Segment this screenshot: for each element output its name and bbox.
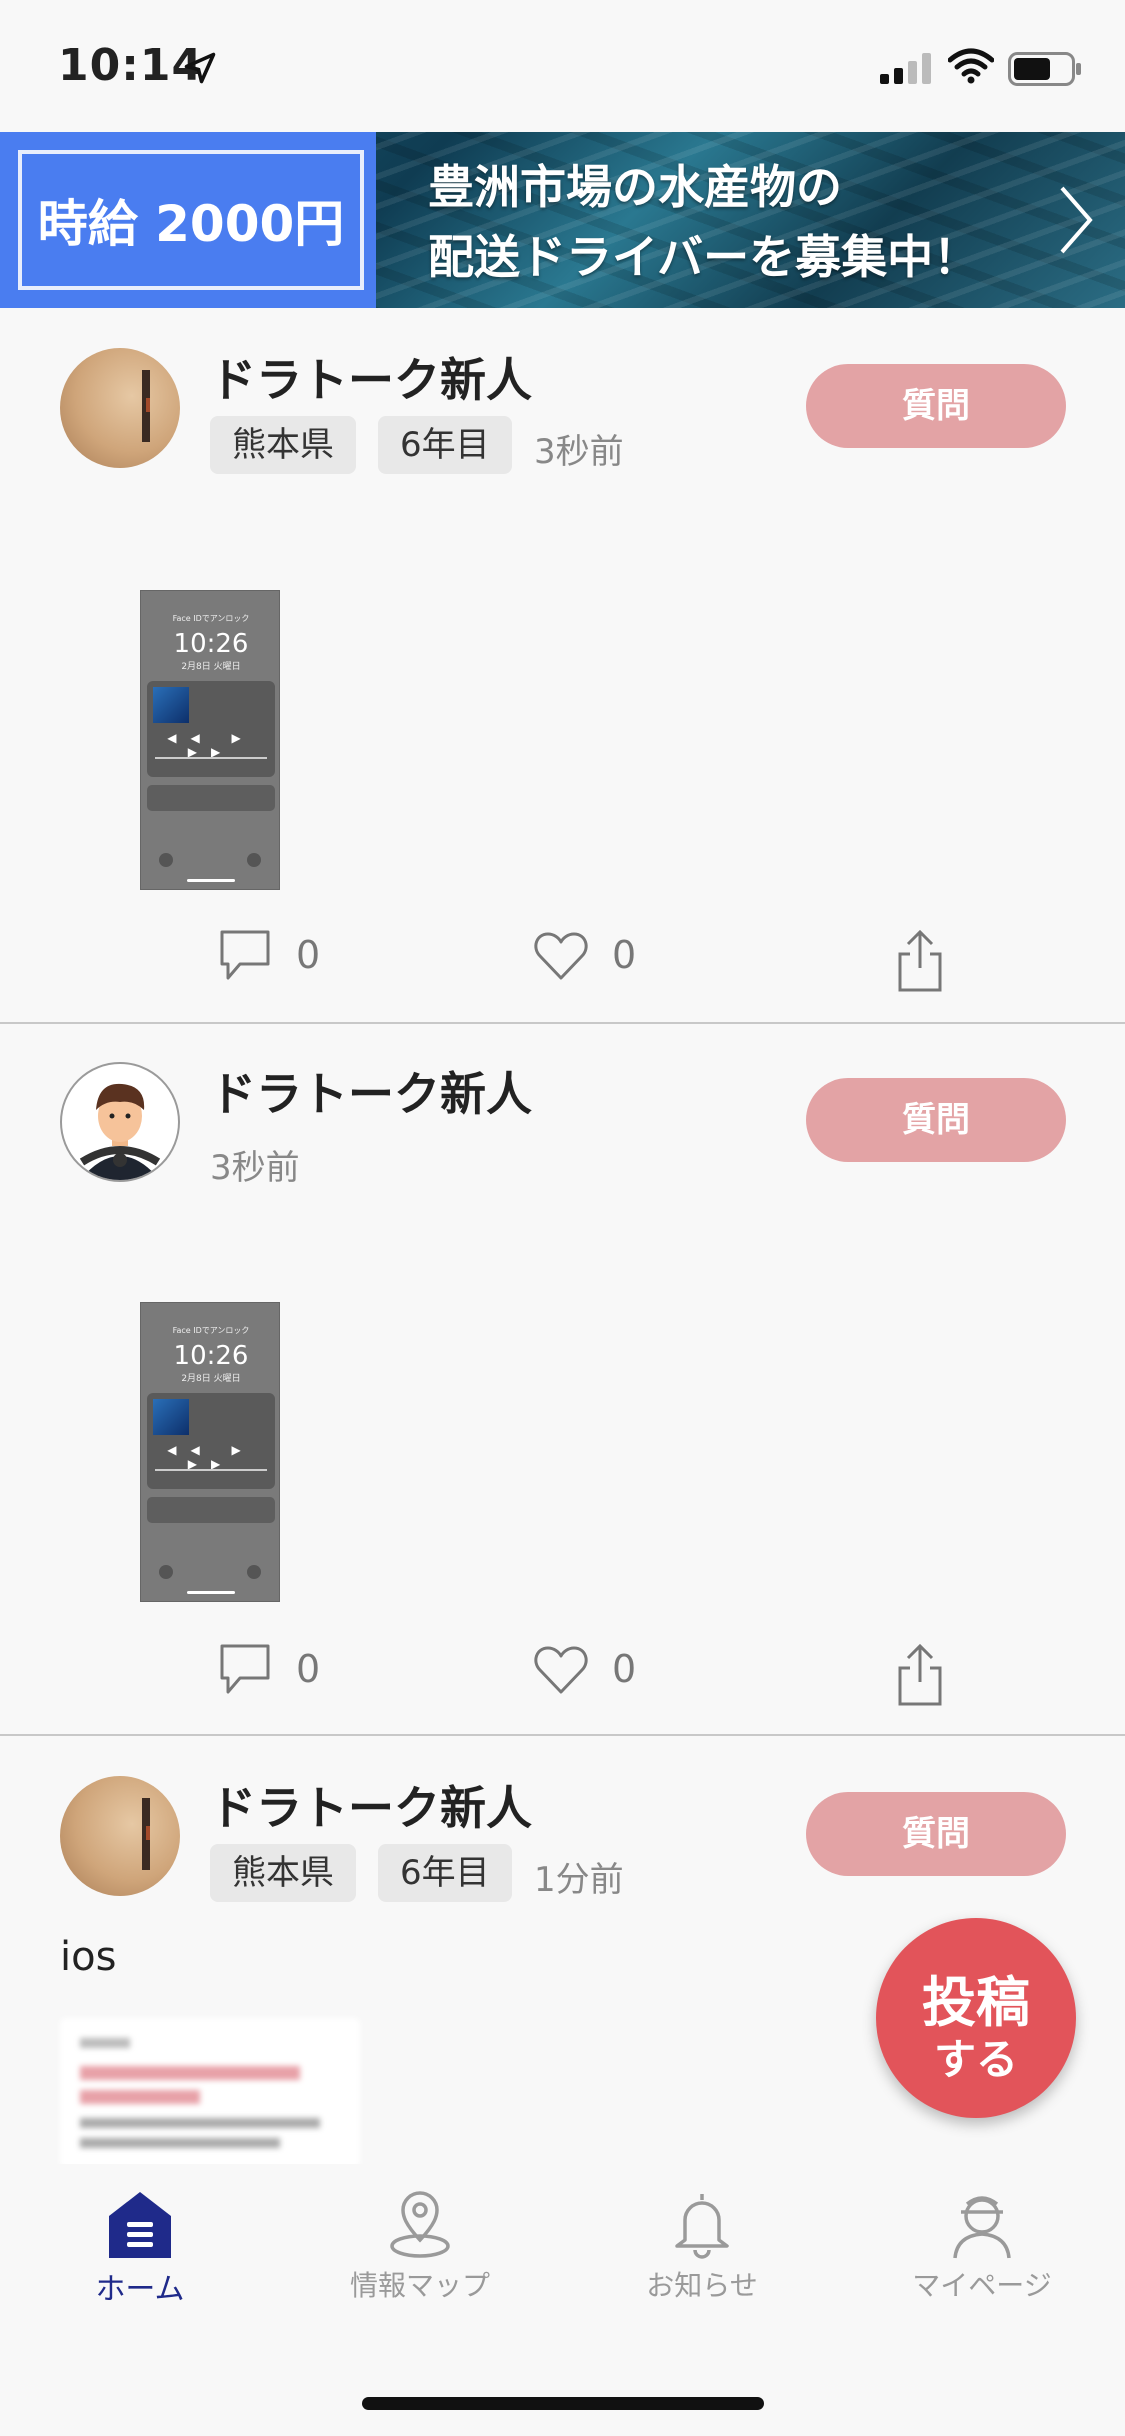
user-icon [953, 2196, 1011, 2259]
years-tag: 6年目 [378, 416, 512, 474]
banner-wage-frame: 時給 2000円 [18, 150, 364, 290]
question-button[interactable]: 質問 [806, 1792, 1066, 1876]
home-indicator[interactable] [362, 2397, 764, 2410]
driver-avatar-icon [79, 1083, 161, 1180]
cellular-signal-icon [880, 53, 931, 84]
map-pin-icon [390, 2191, 450, 2258]
thumb-lock-text: Face IDでアンロック [172, 1326, 250, 1335]
thumb-date: 2月8日 火曜日 [181, 1374, 241, 1384]
tab-info-map-label: 情報マップ [349, 2269, 490, 2302]
thumb-time: 10:26 [173, 1341, 249, 1371]
like-action[interactable]: 0 [532, 1640, 636, 1698]
share-icon[interactable] [894, 928, 946, 994]
like-action[interactable]: 0 [532, 926, 636, 984]
avatar[interactable] [60, 1062, 180, 1182]
share-icon[interactable] [894, 1642, 946, 1708]
comment-action[interactable]: 0 [216, 926, 320, 984]
create-post-button[interactable]: 投稿 する [876, 1918, 1076, 2118]
comment-icon [220, 930, 270, 980]
tab-home-label: ホーム [95, 2272, 185, 2307]
tab-my-page[interactable]: マイページ [872, 2188, 1092, 2304]
banner-copy: 豊洲市場の水産物の 配送ドライバーを募集中！ [428, 152, 979, 292]
thumb-notification [147, 1497, 275, 1523]
home-icon [109, 2192, 171, 2258]
post-username[interactable]: ドラトーク新人 [210, 1772, 532, 1838]
thumb-notification [147, 785, 275, 811]
tab-info-map[interactable]: 情報マップ [310, 2188, 530, 2304]
tab-bar: ホーム 情報マップ お知らせ マイページ [0, 2164, 1125, 2436]
comment-count: 0 [296, 933, 321, 977]
thumb-date: 2月8日 火曜日 [181, 662, 241, 672]
battery-icon [1008, 52, 1081, 86]
post-time: 1分前 [534, 1860, 624, 1900]
avatar[interactable] [60, 348, 180, 468]
thumb-player: ◀◀ ▶ ▶▶ [147, 1393, 275, 1489]
thumb-time: 10:26 [173, 629, 249, 659]
post-time: 3秒前 [534, 432, 624, 472]
question-button[interactable]: 質問 [806, 1078, 1066, 1162]
post-time: 3秒前 [210, 1148, 300, 1188]
banner-line-1: 豊洲市場の水産物の [428, 160, 842, 214]
location-arrow-icon [184, 52, 216, 84]
tab-notifications-label: お知らせ [646, 2269, 758, 2302]
post-username[interactable]: ドラトーク新人 [210, 1058, 532, 1124]
bell-icon [675, 2194, 729, 2259]
question-button[interactable]: 質問 [806, 364, 1066, 448]
tab-home[interactable]: ホーム [30, 2188, 250, 2308]
status-bar: 10:14 [0, 0, 1125, 132]
heart-icon [534, 1646, 588, 1694]
like-count: 0 [612, 1647, 637, 1691]
banner-line-2: 配送ドライバーを募集中！ [428, 230, 980, 284]
post-card[interactable]: ドラトーク新人 3秒前 質問 Face IDでアンロック 10:26 2月8日 … [0, 1024, 1125, 1734]
heart-icon [534, 932, 588, 980]
thumb-lock-text: Face IDでアンロック [172, 614, 250, 623]
wifi-icon [948, 48, 994, 84]
chevron-right-icon[interactable] [1056, 184, 1096, 256]
post-image[interactable]: Face IDでアンロック 10:26 2月8日 火曜日 ◀◀ ▶ ▶▶ [140, 590, 280, 890]
fab-line-2: する [933, 2035, 1018, 2084]
comment-action[interactable]: 0 [216, 1640, 320, 1698]
avatar[interactable] [60, 1776, 180, 1896]
tab-notifications[interactable]: お知らせ [592, 2188, 812, 2304]
prefecture-tag: 熊本県 [210, 416, 356, 474]
banner-wage-text: 時給 2000円 [37, 195, 345, 253]
post-card[interactable]: ドラトーク新人 熊本県 6年目 3秒前 質問 Face IDでアンロック 10:… [0, 308, 1125, 1022]
post-image[interactable]: Face IDでアンロック 10:26 2月8日 火曜日 ◀◀ ▶ ▶▶ [140, 1302, 280, 1602]
like-count: 0 [612, 933, 637, 977]
thumb-player: ◀◀ ▶ ▶▶ [147, 681, 275, 777]
recruit-banner[interactable]: 時給 2000円 豊洲市場の水産物の 配送ドライバーを募集中！ [0, 132, 1125, 308]
banner-wage-box: 時給 2000円 [0, 132, 376, 308]
tab-my-page-label: マイページ [912, 2269, 1052, 2302]
post-body-text: ios [60, 1934, 117, 1980]
comment-icon [220, 1644, 270, 1694]
post-username[interactable]: ドラトーク新人 [210, 344, 532, 410]
post-image[interactable] [60, 2018, 360, 2168]
prefecture-tag: 熊本県 [210, 1844, 356, 1902]
comment-count: 0 [296, 1647, 321, 1691]
years-tag: 6年目 [378, 1844, 512, 1902]
